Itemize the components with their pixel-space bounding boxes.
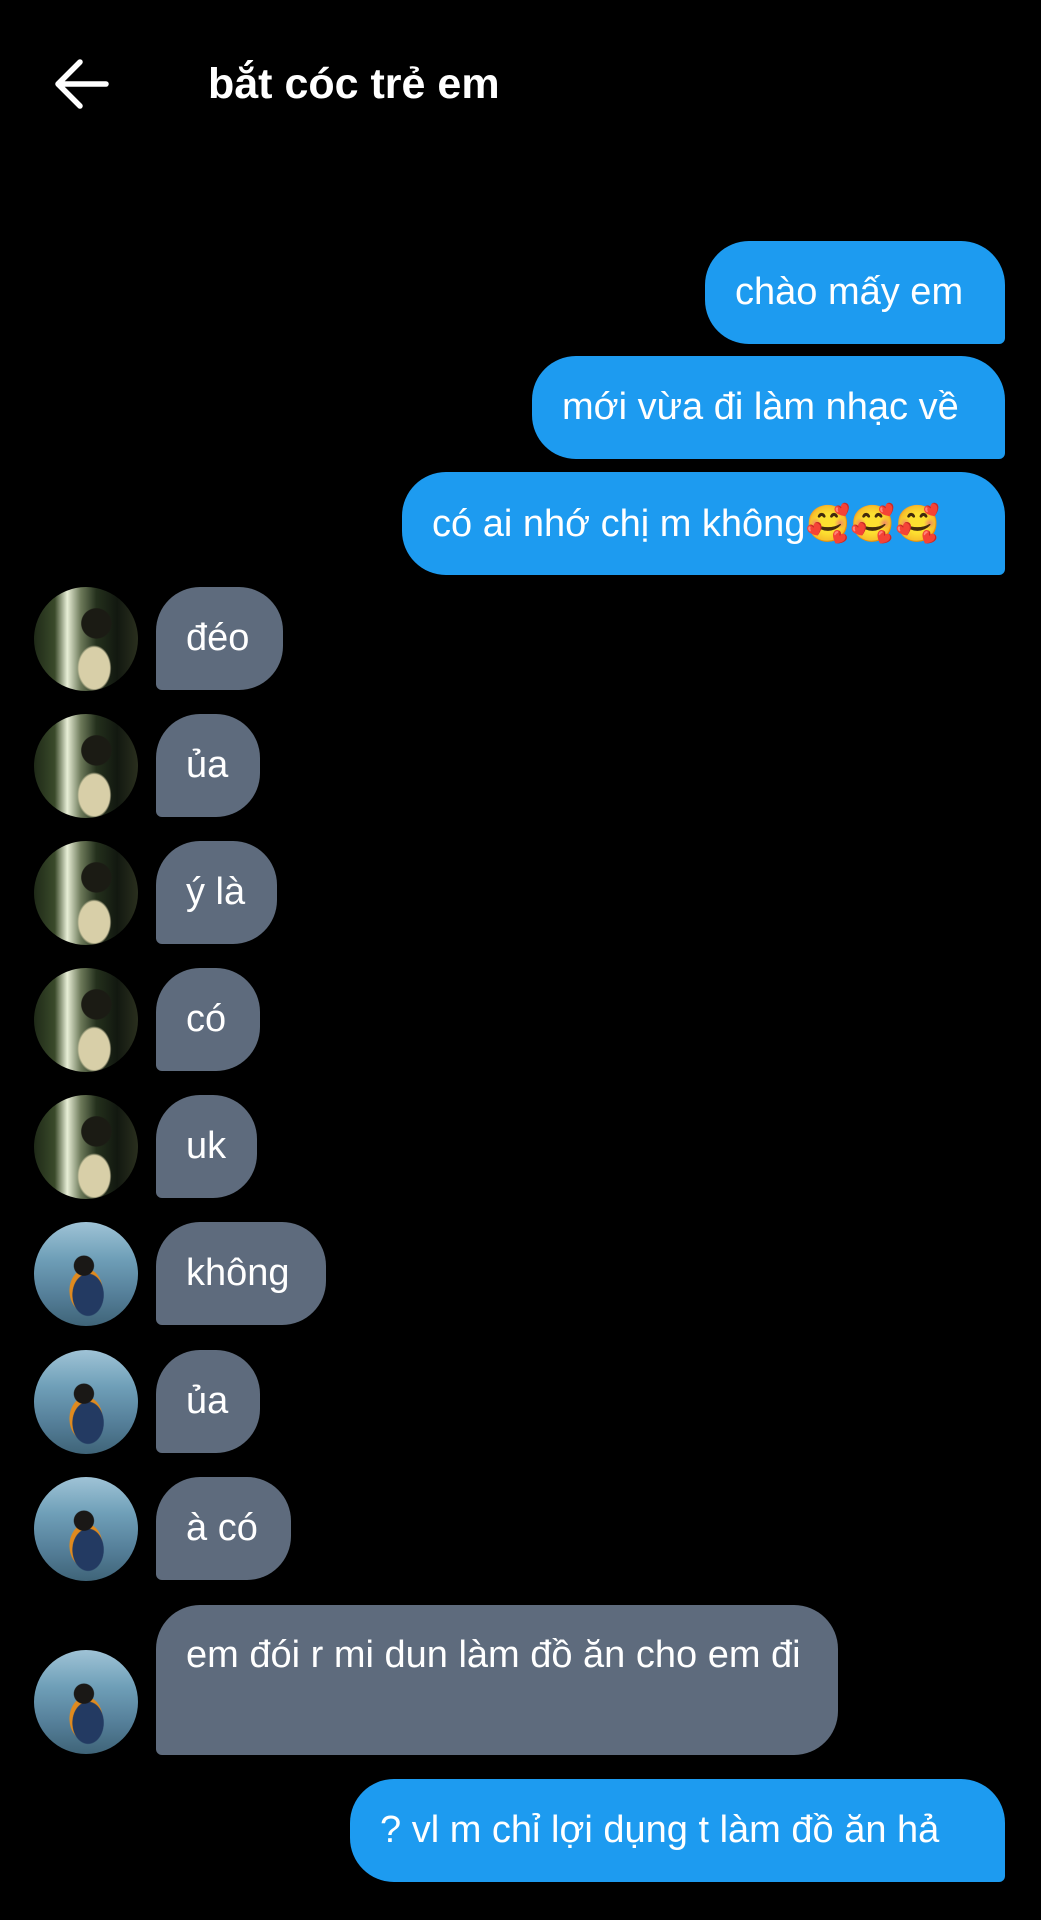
avatar[interactable] <box>34 1350 138 1454</box>
outgoing-message[interactable]: có ai nhớ chị m không🥰🥰🥰 <box>402 472 1005 575</box>
incoming-message[interactable]: ý là <box>156 841 277 944</box>
message-text: có <box>186 998 227 1040</box>
incoming-message[interactable]: à có <box>156 1477 291 1580</box>
message-text: mới vừa đi làm nhạc về <box>562 386 959 428</box>
message-text: em đói r mi dun làm đồ ăn cho em đi <box>186 1634 801 1676</box>
message-text: uk <box>186 1125 227 1167</box>
message-text: có ai nhớ chị m không <box>432 503 806 545</box>
message-text: ủa <box>186 1380 229 1422</box>
avatar[interactable] <box>34 587 138 691</box>
incoming-message[interactable]: em đói r mi dun làm đồ ăn cho em đi <box>156 1605 838 1755</box>
outgoing-message[interactable]: chào mấy em <box>705 241 1005 344</box>
message-text: chào mấy em <box>735 271 964 313</box>
message-text: đéo <box>186 617 250 659</box>
avatar[interactable] <box>34 841 138 945</box>
avatar[interactable] <box>34 714 138 818</box>
outgoing-message[interactable]: ? vl m chỉ lợi dụng t làm đồ ăn hả <box>350 1779 1005 1882</box>
incoming-message[interactable]: có <box>156 968 260 1071</box>
message-text: à có <box>186 1507 258 1549</box>
incoming-message[interactable]: ủa <box>156 714 260 817</box>
incoming-message[interactable]: không <box>156 1222 326 1325</box>
message-text: ủa <box>186 744 229 786</box>
message-thread: chào mấy em mới vừa đi làm nhạc về có ai… <box>0 0 1041 1920</box>
smiling-hearts-emoji: 🥰🥰🥰 <box>805 503 940 544</box>
avatar[interactable] <box>34 1095 138 1199</box>
outgoing-message[interactable]: mới vừa đi làm nhạc về <box>532 356 1005 459</box>
message-text: ý là <box>186 871 246 913</box>
message-text: ? vl m chỉ lợi dụng t làm đồ ăn hả <box>380 1809 940 1851</box>
avatar[interactable] <box>34 1477 138 1581</box>
incoming-message[interactable]: uk <box>156 1095 257 1198</box>
avatar[interactable] <box>34 968 138 1072</box>
message-text: không <box>186 1252 290 1294</box>
avatar[interactable] <box>34 1222 138 1326</box>
incoming-message[interactable]: ủa <box>156 1350 260 1453</box>
avatar[interactable] <box>34 1650 138 1754</box>
incoming-message[interactable]: đéo <box>156 587 283 690</box>
